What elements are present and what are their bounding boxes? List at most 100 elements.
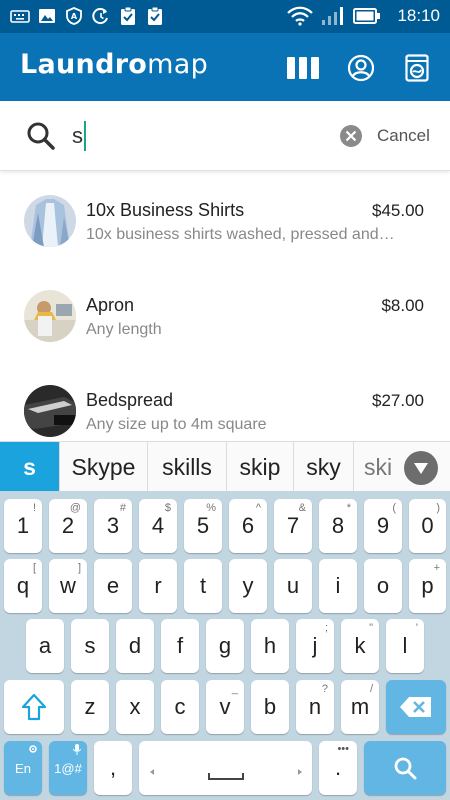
key-i[interactable]: i: [319, 559, 357, 613]
period-key[interactable]: ••• .: [319, 741, 357, 795]
key-label: x: [129, 694, 141, 719]
clear-search-icon[interactable]: [339, 124, 363, 148]
key-hint: +: [433, 562, 440, 574]
key-label: a: [38, 633, 52, 658]
key-1[interactable]: ! 1: [4, 499, 42, 553]
key-hint: #: [119, 502, 126, 514]
key-label: w: [60, 573, 76, 598]
item-title: 10x Business Shirts: [86, 200, 245, 220]
key-w[interactable]: ] w: [49, 559, 87, 613]
key-label: l: [402, 633, 408, 658]
key-8[interactable]: * 8: [319, 499, 357, 553]
suggestion-typed[interactable]: s: [0, 442, 60, 492]
more-punctuation-indicator: •••: [337, 743, 349, 755]
account-icon: [347, 54, 375, 82]
key-hint: &: [298, 502, 306, 514]
item-title: Apron: [86, 295, 135, 315]
key-hint: _: [231, 683, 238, 695]
key-2[interactable]: @2: [49, 499, 87, 553]
key-label: c: [174, 694, 186, 719]
key-7[interactable]: & 7: [274, 499, 312, 553]
item-description: Any length: [86, 321, 162, 338]
list-item[interactable]: Apron Any length $8.00: [0, 267, 450, 362]
key-u[interactable]: u: [274, 559, 312, 613]
keyboard-icon: [10, 10, 30, 23]
key-m[interactable]: / m: [341, 680, 379, 734]
key-hint: $: [164, 502, 171, 514]
key-label: r: [154, 573, 162, 598]
key-l[interactable]: ' l: [386, 619, 424, 673]
key-4[interactable]: $4: [139, 499, 177, 553]
microphone-icon: [73, 744, 81, 755]
shift-key[interactable]: [4, 680, 64, 734]
key-j[interactable]: ; j: [296, 619, 334, 673]
key-t[interactable]: t: [184, 559, 222, 613]
key-label: d: [128, 633, 142, 658]
grid-view-button[interactable]: [285, 50, 321, 86]
key-b[interactable]: b: [251, 680, 289, 734]
laundry-button[interactable]: [399, 50, 435, 86]
key-hint: /: [369, 683, 373, 695]
suggestion-item[interactable]: sky: [294, 442, 354, 492]
key-0[interactable]: ) 0: [409, 499, 446, 553]
key-v[interactable]: _ v: [206, 680, 244, 734]
key-3[interactable]: #3: [94, 499, 132, 553]
suggestion-item[interactable]: skip: [227, 442, 294, 492]
key-o[interactable]: o: [364, 559, 402, 613]
key-label: 6: [241, 513, 255, 538]
suggestion-item[interactable]: skills: [148, 442, 227, 492]
key-q[interactable]: [q: [4, 559, 42, 613]
collapse-suggestions-button[interactable]: [404, 451, 438, 485]
key-label: .: [334, 755, 342, 780]
key-6[interactable]: ^ 6: [229, 499, 267, 553]
key-label: 2: [61, 513, 75, 538]
key-label: z: [84, 694, 96, 719]
search-input[interactable]: [72, 119, 322, 153]
key-a[interactable]: a: [26, 619, 64, 673]
symbols-key[interactable]: 1@#: [49, 741, 87, 795]
key-y[interactable]: y: [229, 559, 267, 613]
key-g[interactable]: g: [206, 619, 244, 673]
clipboard-check-icon: [121, 6, 135, 25]
backspace-key[interactable]: [386, 680, 446, 734]
suggestion-item[interactable]: Skype: [60, 442, 148, 492]
key-k[interactable]: " k: [341, 619, 379, 673]
account-button[interactable]: [343, 50, 379, 86]
key-c[interactable]: c: [161, 680, 199, 734]
search-bar: Cancel: [0, 101, 450, 171]
key-label: 1: [16, 513, 30, 538]
key-n[interactable]: ? n: [296, 680, 334, 734]
key-label: ,: [109, 755, 117, 780]
cancel-button[interactable]: Cancel: [377, 126, 430, 146]
comma-key[interactable]: ,: [94, 741, 132, 795]
key-x[interactable]: x: [116, 680, 154, 734]
space-icon: [149, 769, 302, 780]
key-f[interactable]: f: [161, 619, 199, 673]
key-hint: ": [369, 622, 373, 634]
language-key[interactable]: En: [4, 741, 42, 795]
key-label: u: [286, 573, 300, 598]
key-h[interactable]: h: [251, 619, 289, 673]
grid-icon: [287, 57, 319, 79]
suggestion-strip: s Skype skills skip sky ski: [0, 441, 450, 492]
key-5[interactable]: % 5: [184, 499, 222, 553]
key-s[interactable]: s: [71, 619, 109, 673]
key-label: e: [106, 573, 120, 598]
key-r[interactable]: r: [139, 559, 177, 613]
list-item[interactable]: 10x Business Shirts 10x business shirts …: [0, 172, 450, 267]
key-d[interactable]: d: [116, 619, 154, 673]
key-9[interactable]: (9: [364, 499, 402, 553]
suggestion-item[interactable]: ski: [354, 442, 394, 492]
key-e[interactable]: e: [94, 559, 132, 613]
key-hint: !: [32, 502, 36, 514]
item-price: $27.00: [372, 391, 424, 410]
notification-icons: A: [10, 6, 165, 26]
key-z[interactable]: z: [71, 680, 109, 734]
space-key[interactable]: [139, 741, 312, 795]
key-hint: %: [206, 502, 216, 514]
key-p[interactable]: + p: [409, 559, 446, 613]
key-label: 8: [331, 513, 345, 538]
app-bar: Laundromap: [0, 33, 450, 101]
search-action-key[interactable]: [364, 741, 446, 795]
search-icon: [394, 757, 417, 780]
